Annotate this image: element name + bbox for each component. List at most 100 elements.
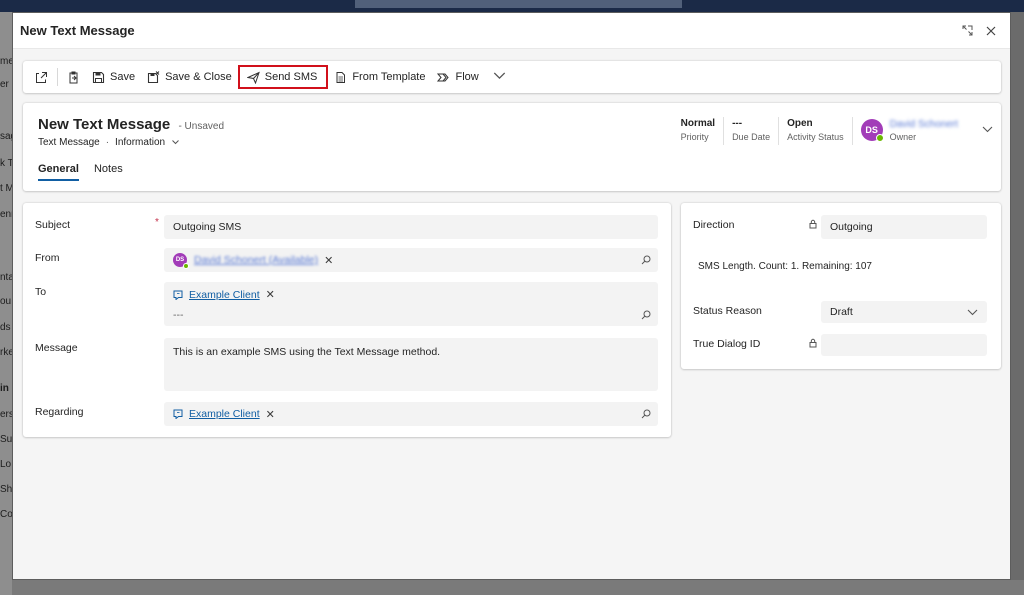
chevron-down-icon[interactable]	[982, 124, 993, 136]
background-sidebar-fragment: Co	[0, 509, 12, 520]
message-label: Message	[35, 342, 78, 354]
form-name: Information	[115, 137, 166, 148]
contact-card-icon	[173, 290, 183, 300]
new-text-message-dialog: New Text Message Save Save & Close Send …	[12, 12, 1011, 580]
save-and-close-button[interactable]: Save & Close	[141, 65, 238, 89]
save-button[interactable]: Save	[86, 65, 141, 89]
to-link[interactable]: Example Client	[189, 289, 260, 301]
background-sidebar-fragment: ou	[0, 296, 12, 307]
owner-text: David Schonert Owner	[890, 118, 958, 143]
header-fields: Normal Priority --- Due Date Open Activi…	[673, 117, 1001, 147]
background-sidebar-fragment: nta	[0, 272, 12, 283]
search-icon[interactable]	[641, 255, 651, 265]
flow-button[interactable]: Flow	[431, 65, 516, 89]
background-sidebar-fragment: Su	[0, 434, 12, 445]
from-lookup[interactable]: DS David Schonert (Available) ✕	[164, 248, 658, 272]
record-header: New Text Message - Unsaved Text Message …	[23, 103, 1001, 191]
background-search-box	[355, 0, 682, 8]
record-title: New Text Message	[38, 116, 171, 133]
subject-label: Subject	[35, 219, 71, 231]
background-sidebar-fragment: er	[0, 79, 9, 90]
header-field-due-date[interactable]: --- Due Date	[724, 117, 780, 145]
save-label: Save	[110, 71, 136, 83]
background-bottom	[12, 580, 1024, 595]
save-close-icon	[148, 70, 160, 83]
clipboard-arrow-icon	[69, 71, 78, 83]
background-sidebar-fragment: sag	[0, 131, 12, 142]
subject-value: Outgoing SMS	[173, 221, 242, 233]
record-status: - Unsaved	[178, 121, 225, 132]
new-window-button[interactable]	[29, 65, 54, 89]
background-sidebar-fragment: ers	[0, 409, 12, 420]
flow-icon	[437, 73, 450, 81]
background-sidebar-fragment: ds	[0, 322, 11, 333]
expand-icon[interactable]	[956, 20, 978, 42]
open-in-new-window-icon	[36, 71, 47, 83]
avatar: DS	[173, 253, 189, 269]
send-sms-button[interactable]: Send SMS	[237, 65, 329, 89]
regarding-label: Regarding	[35, 406, 84, 418]
save-close-label: Save & Close	[165, 71, 232, 83]
activity-status-label: Activity Status	[787, 132, 844, 142]
from-template-button[interactable]: From Template	[328, 65, 431, 89]
to-placeholder[interactable]: ---	[173, 309, 184, 321]
status-reason-value: Draft	[830, 306, 853, 318]
direction-field: Outgoing	[821, 215, 987, 239]
process-button[interactable]	[61, 65, 86, 89]
send-icon	[246, 71, 260, 84]
chevron-down-icon[interactable]	[493, 69, 511, 85]
record-subtitle: Text Message · Information	[38, 137, 179, 148]
form-selector[interactable]: Information	[115, 137, 179, 148]
presence-available-icon	[183, 263, 189, 269]
send-sms-label: Send SMS	[264, 71, 318, 83]
to-lookup-value: Example Client ✕	[173, 288, 275, 301]
message-textarea[interactable]: This is an example SMS using the Text Me…	[164, 338, 658, 391]
background-sidebar-fragment: enn	[0, 209, 12, 220]
header-field-priority[interactable]: Normal Priority	[673, 117, 725, 145]
separator-dot: ·	[105, 137, 110, 148]
regarding-lookup-value: Example Client ✕	[173, 408, 275, 421]
owner-label: Owner	[889, 131, 917, 142]
from-link[interactable]: David Schonert (Available)	[194, 254, 318, 266]
required-indicator: *	[155, 217, 159, 228]
command-bar: Save Save & Close Send SMS From Template…	[23, 61, 1001, 93]
search-icon[interactable]	[641, 310, 651, 320]
owner-initials: DS	[865, 125, 878, 135]
save-icon	[92, 71, 105, 83]
contact-card-icon	[173, 409, 183, 419]
tab-notes[interactable]: Notes	[94, 163, 123, 181]
document-icon	[336, 71, 346, 83]
search-icon[interactable]	[641, 409, 651, 419]
background-sidebar-fragment: t M	[0, 183, 12, 194]
regarding-lookup[interactable]: Example Client ✕	[164, 402, 658, 426]
presence-available-icon	[875, 134, 884, 142]
lock-icon	[809, 219, 817, 229]
remove-icon[interactable]: ✕	[266, 288, 275, 301]
to-lookup[interactable]: Example Client ✕ ---	[164, 282, 658, 326]
record-title-row: New Text Message - Unsaved	[38, 116, 224, 133]
subject-input[interactable]: Outgoing SMS	[164, 215, 658, 239]
background-sidebar-fragment: in	[0, 383, 9, 394]
tab-general[interactable]: General	[38, 163, 79, 181]
form-tabs: General Notes	[38, 163, 138, 181]
background-sidebar-fragment: Sh	[0, 484, 12, 495]
from-initials: DS	[175, 257, 185, 263]
general-section: Subject * Outgoing SMS From DS David Sch…	[23, 203, 671, 437]
owner-name[interactable]: David Schonert	[890, 118, 958, 131]
direction-value: Outgoing	[830, 221, 873, 233]
dialog-title: New Text Message	[20, 23, 135, 38]
close-icon[interactable]	[980, 20, 1002, 42]
remove-icon[interactable]: ✕	[266, 408, 275, 421]
owner-field[interactable]: DS David Schonert Owner	[853, 115, 1001, 145]
priority-label: Priority	[680, 132, 709, 142]
status-reason-select[interactable]: Draft	[821, 301, 987, 323]
divider	[57, 68, 58, 86]
header-field-activity-status[interactable]: Open Activity Status	[779, 117, 853, 145]
remove-icon[interactable]: ✕	[324, 254, 333, 267]
due-date-label: Due Date	[732, 132, 771, 142]
direction-label: Direction	[693, 219, 735, 231]
from-template-label: From Template	[352, 71, 426, 83]
from-label: From	[35, 252, 60, 264]
message-value: This is an example SMS using the Text Me…	[173, 346, 441, 358]
regarding-link[interactable]: Example Client	[189, 408, 260, 420]
